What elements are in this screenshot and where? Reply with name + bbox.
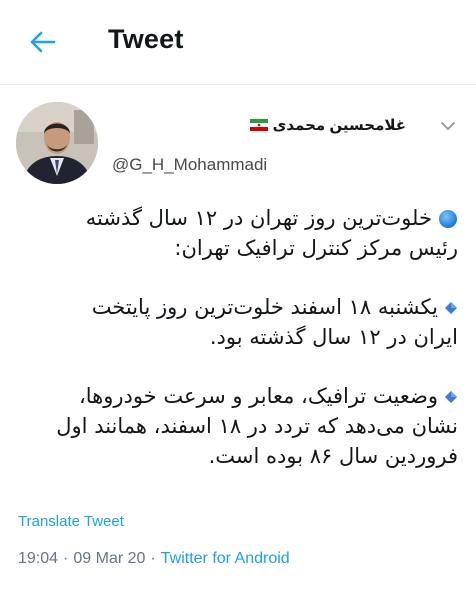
tweet-meta: 19:04 · 09 Mar 20 · Twitter for Android: [18, 550, 290, 568]
tweet-paragraph: خلوت‌ترین روز تهران در ۱۲ سال گذشته رئیس…: [18, 203, 458, 263]
page-title: Tweet: [108, 24, 184, 54]
blue-circle-emoji: [439, 210, 457, 228]
tweet-line: یکشنبه ۱۸ اسفند خلوت‌ترین روز پایتخت: [91, 295, 438, 319]
tweet-line: ایران در ۱۲ سال گذشته بود.: [209, 325, 458, 349]
chevron-down-icon: [441, 122, 455, 130]
small-blue-diamond-emoji: [445, 391, 457, 403]
iran-flag-icon: [249, 119, 268, 131]
tweet-line: رئیس مرکز کنترل ترافیک تهران:: [174, 236, 458, 260]
tweet-line: وضعیت ترافیک، معابر و سرعت خودروها،: [78, 384, 438, 408]
small-blue-diamond-emoji: [445, 302, 457, 314]
tweet-paragraph: وضعیت ترافیک، معابر و سرعت خودروها، نشان…: [18, 381, 458, 471]
tweet-line: خلوت‌ترین روز تهران در ۱۲ سال گذشته: [85, 206, 432, 230]
tweet-line: نشان می‌دهد که تردد در ۱۸ اسفند، همانند …: [56, 414, 458, 438]
author-name-row[interactable]: غلامحسین محمدی: [249, 116, 406, 134]
tweet-paragraph: یکشنبه ۱۸ اسفند خلوت‌ترین روز پایتخت ایر…: [18, 292, 458, 352]
top-bar: Tweet: [0, 0, 476, 85]
tweet-line: فروردین سال ۸۶ بوده است.: [208, 444, 458, 468]
avatar[interactable]: [16, 102, 98, 184]
tweet-time: 19:04: [18, 550, 59, 567]
more-options-button[interactable]: [434, 114, 462, 138]
tweet-text: خلوت‌ترین روز تهران در ۱۲ سال گذشته رئیس…: [18, 203, 458, 471]
tweet-source-link[interactable]: Twitter for Android: [161, 550, 290, 567]
separator: ·: [150, 550, 156, 567]
translate-tweet-link[interactable]: Translate Tweet: [18, 513, 124, 530]
arrow-left-icon: [30, 31, 56, 53]
back-button[interactable]: [20, 22, 64, 62]
tweet-date: 09 Mar 20: [73, 550, 146, 567]
separator: ·: [63, 550, 69, 567]
author-display-name[interactable]: غلامحسین محمدی: [273, 116, 406, 134]
profile-photo: [16, 102, 98, 184]
author-handle[interactable]: @G_H_Mohammadi: [112, 155, 267, 175]
